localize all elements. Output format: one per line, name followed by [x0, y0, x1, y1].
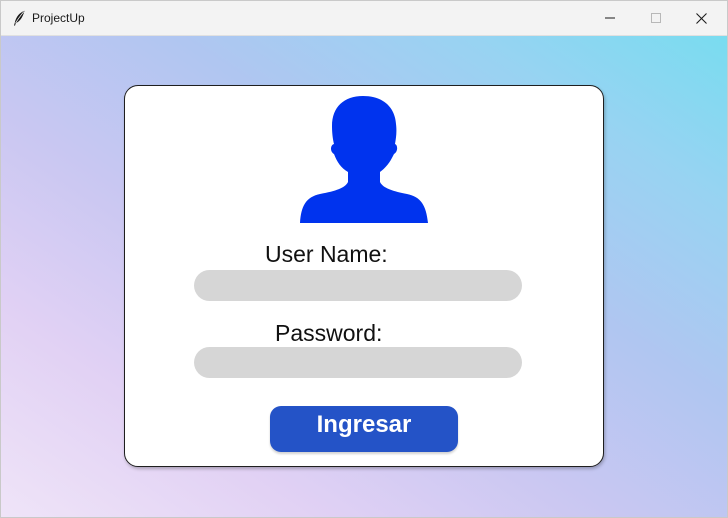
minimize-button[interactable]: [587, 1, 633, 35]
window-background: User Name: Password: Ingresar: [1, 36, 727, 517]
title-bar: ProjectUp: [1, 1, 727, 36]
app-window: ProjectUp User Name: Password: Ingresar: [0, 0, 728, 518]
login-card: User Name: Password: Ingresar: [124, 85, 604, 467]
user-avatar-icon: [300, 96, 428, 223]
password-label: Password:: [275, 320, 383, 346]
feather-icon: [14, 10, 25, 26]
username-field[interactable]: [194, 270, 522, 301]
maximize-icon: [651, 13, 661, 23]
maximize-button[interactable]: [633, 1, 679, 35]
window-title: ProjectUp: [32, 11, 85, 25]
close-button[interactable]: [678, 1, 724, 35]
minimize-icon: [605, 17, 615, 19]
close-icon: [695, 12, 707, 24]
login-button[interactable]: Ingresar: [270, 406, 458, 452]
username-label: User Name:: [265, 241, 388, 267]
password-field[interactable]: [194, 347, 522, 378]
